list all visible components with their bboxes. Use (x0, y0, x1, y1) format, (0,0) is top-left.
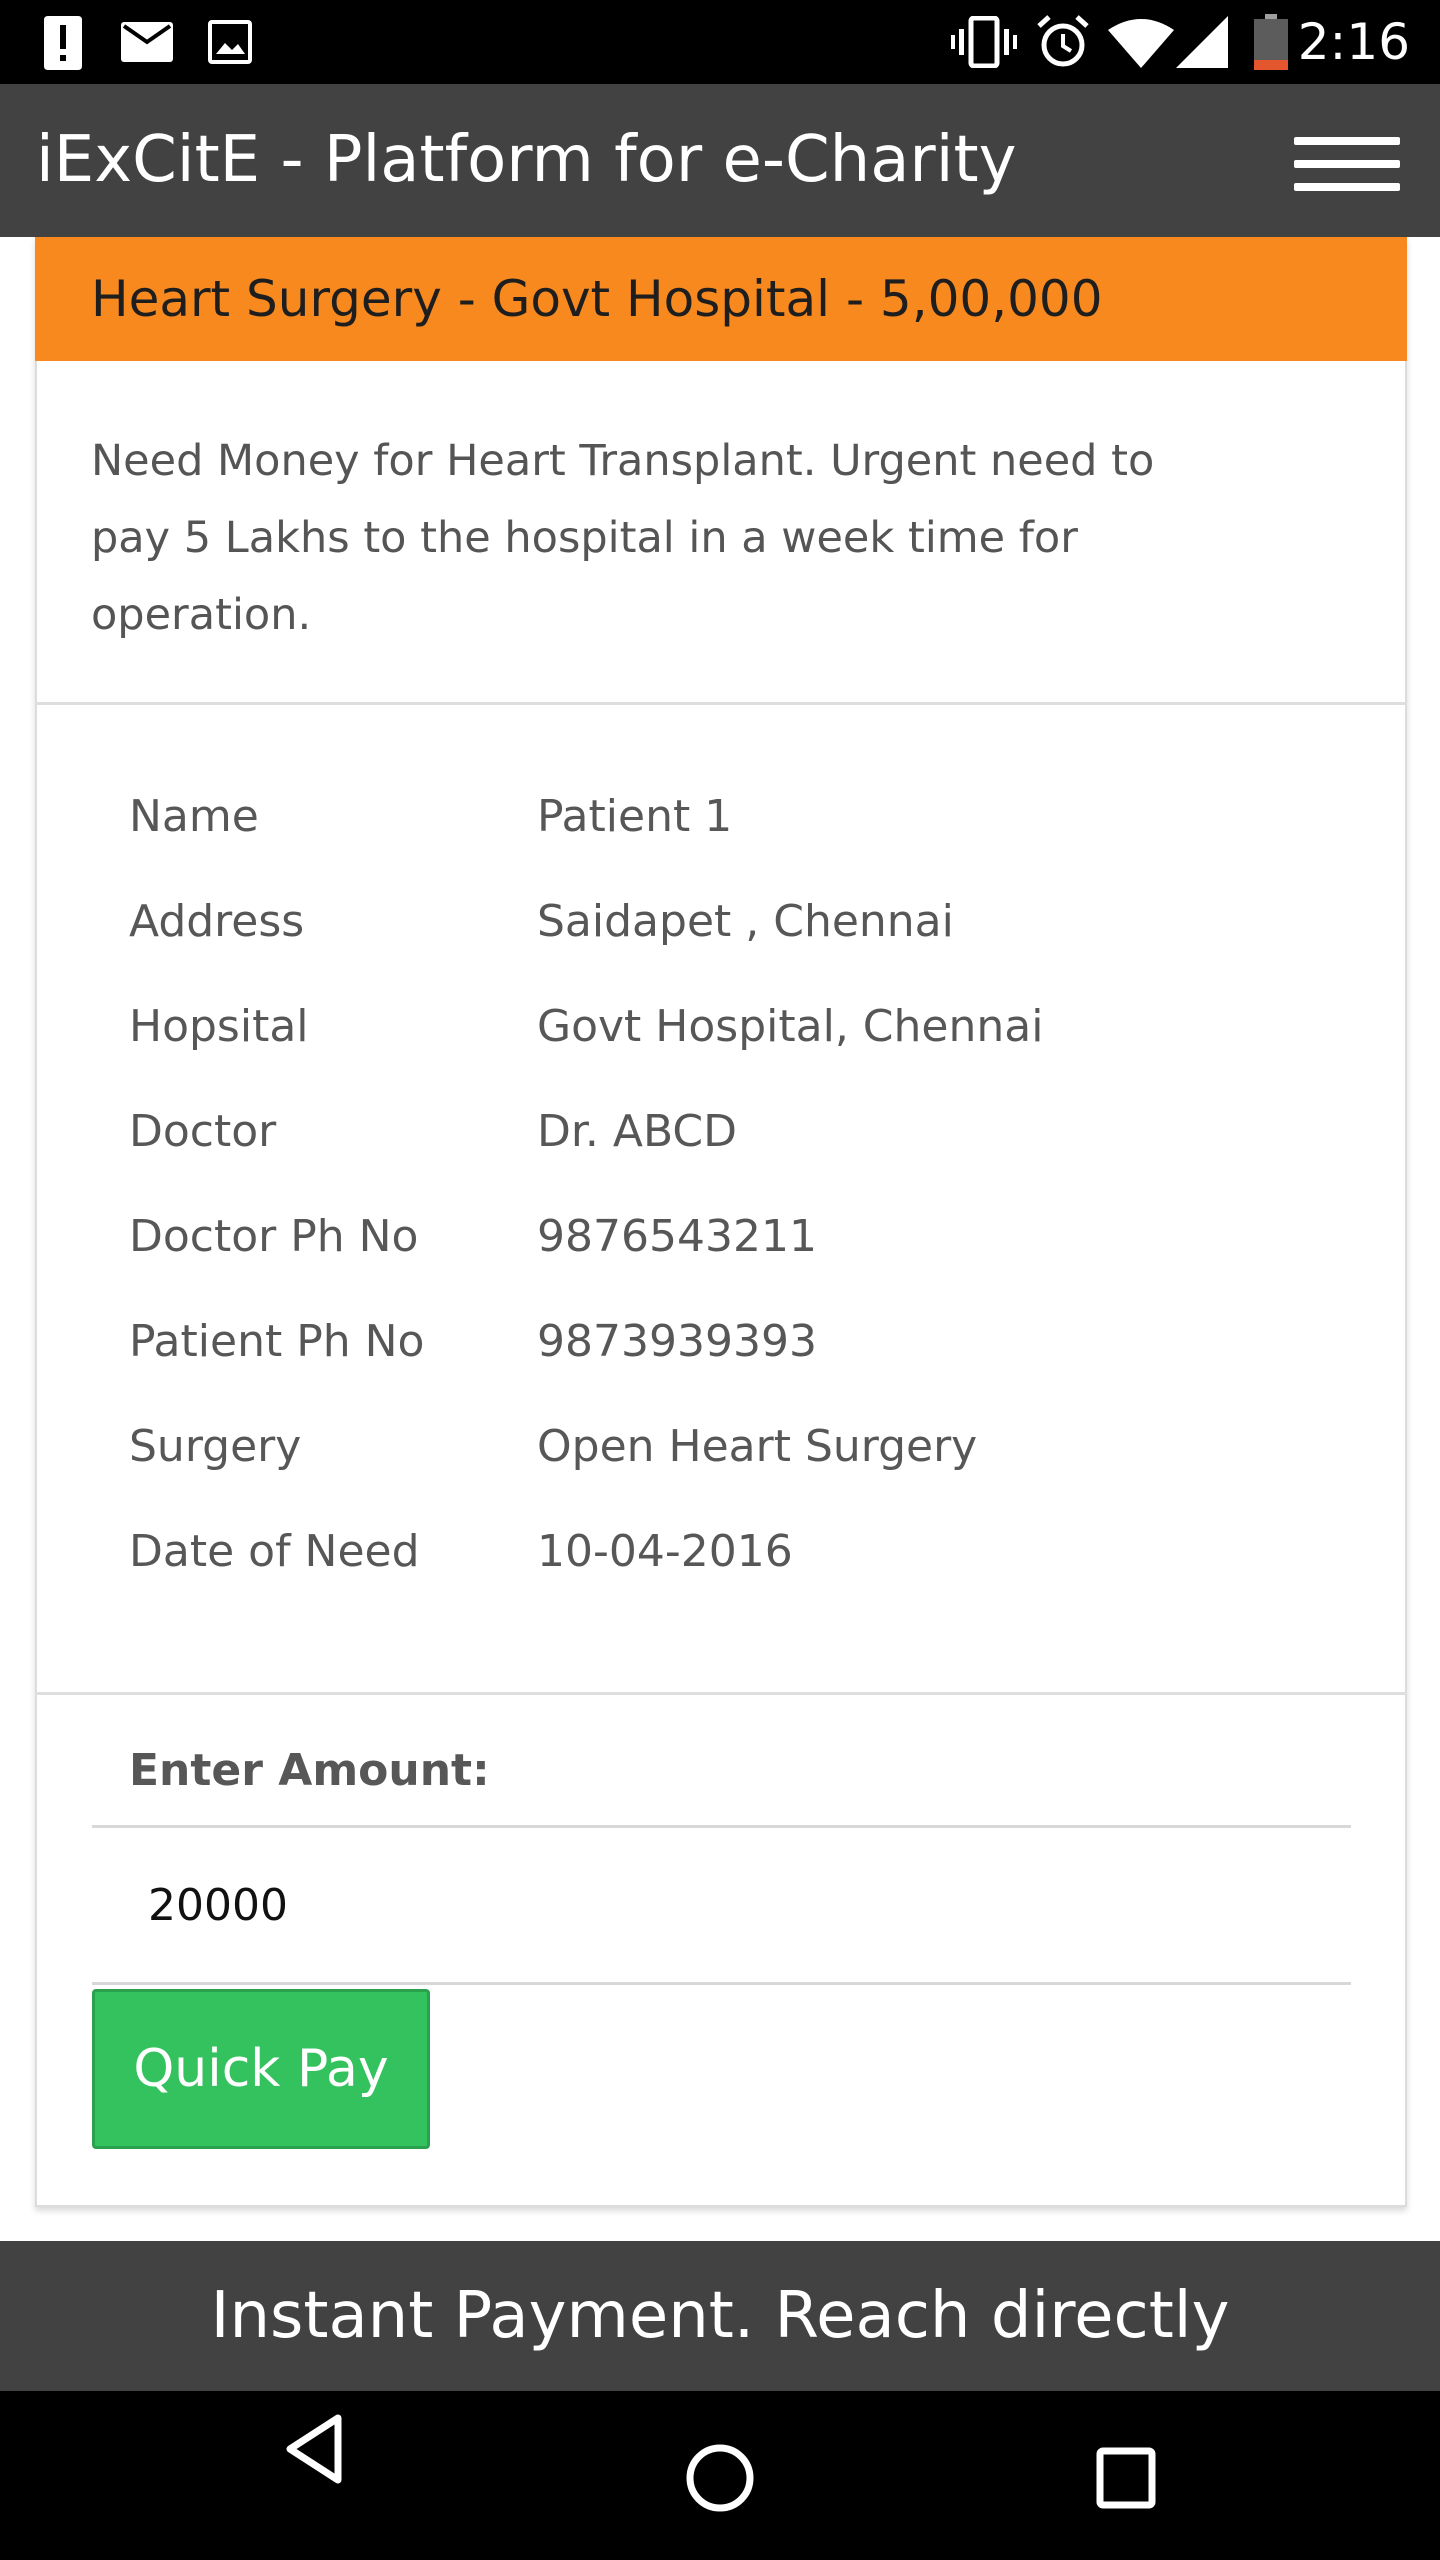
detail-row-name: Name Patient 1 (129, 764, 1229, 869)
detail-value: Saidapet , Chennai (537, 896, 954, 947)
amount-input[interactable] (92, 1828, 1351, 1982)
cell-signal-icon (1176, 16, 1228, 68)
detail-value: Patient 1 (537, 791, 733, 842)
back-icon[interactable] (284, 2414, 344, 2484)
mail-icon (121, 22, 173, 62)
status-bar: 2:16 (0, 0, 1440, 84)
vibrate-icon (951, 16, 1017, 68)
detail-row-patient-phone: Patient Ph No 9873939393 (129, 1289, 1229, 1394)
recents-icon[interactable] (1096, 2447, 1156, 2509)
detail-value: Govt Hospital, Chennai (537, 1001, 1044, 1052)
card-header-title: Heart Surgery - Govt Hospital - 5,00,000 (91, 270, 1103, 328)
detail-label: Doctor Ph No (129, 1211, 419, 1262)
detail-value: 10-04-2016 (537, 1526, 793, 1577)
detail-row-surgery: Surgery Open Heart Surgery (129, 1394, 1229, 1499)
detail-label: Patient Ph No (129, 1316, 425, 1367)
amount-label: Enter Amount: (129, 1745, 490, 1796)
home-icon[interactable] (685, 2443, 755, 2513)
detail-row-date-of-need: Date of Need 10-04-2016 (129, 1499, 1229, 1604)
detail-value: 9876543211 (537, 1211, 817, 1262)
detail-label: Name (129, 791, 259, 842)
hamburger-menu-icon[interactable] (1288, 127, 1406, 201)
divider (35, 702, 1407, 705)
battery-icon (1254, 14, 1288, 70)
navigation-bar (0, 2391, 1440, 2560)
card-header: Heart Surgery - Govt Hospital - 5,00,000 (35, 237, 1407, 361)
detail-row-hospital: Hopsital Govt Hospital, Chennai (129, 974, 1229, 1079)
detail-row-address: Address Saidapet , Chennai (129, 869, 1229, 974)
app-title: iExCitE - Platform for e-Charity (36, 123, 1017, 197)
input-border (92, 1982, 1351, 1985)
detail-label: Address (129, 896, 305, 947)
wifi-icon (1108, 19, 1174, 68)
image-icon (208, 20, 252, 64)
status-time: 2:16 (1297, 13, 1410, 71)
detail-label: Date of Need (129, 1526, 420, 1577)
divider (35, 1692, 1407, 1695)
detail-label: Surgery (129, 1421, 302, 1472)
footer-banner: Instant Payment. Reach directly (0, 2241, 1440, 2391)
charity-request-card: Heart Surgery - Govt Hospital - 5,00,000… (35, 237, 1407, 2207)
detail-label: Doctor (129, 1106, 277, 1157)
detail-row-doctor-phone: Doctor Ph No 9876543211 (129, 1184, 1229, 1289)
alarm-icon (1037, 15, 1089, 67)
alert-icon (44, 16, 82, 70)
detail-row-doctor: Doctor Dr. ABCD (129, 1079, 1229, 1184)
detail-value: 9873939393 (537, 1316, 817, 1367)
quick-pay-button[interactable]: Quick Pay (92, 1989, 430, 2149)
detail-value: Dr. ABCD (537, 1106, 738, 1157)
detail-label: Hopsital (129, 1001, 309, 1052)
detail-value: Open Heart Surgery (537, 1421, 978, 1472)
request-description: Need Money for Heart Transplant. Urgent … (91, 436, 1155, 640)
app-bar: iExCitE - Platform for e-Charity (0, 84, 1440, 237)
